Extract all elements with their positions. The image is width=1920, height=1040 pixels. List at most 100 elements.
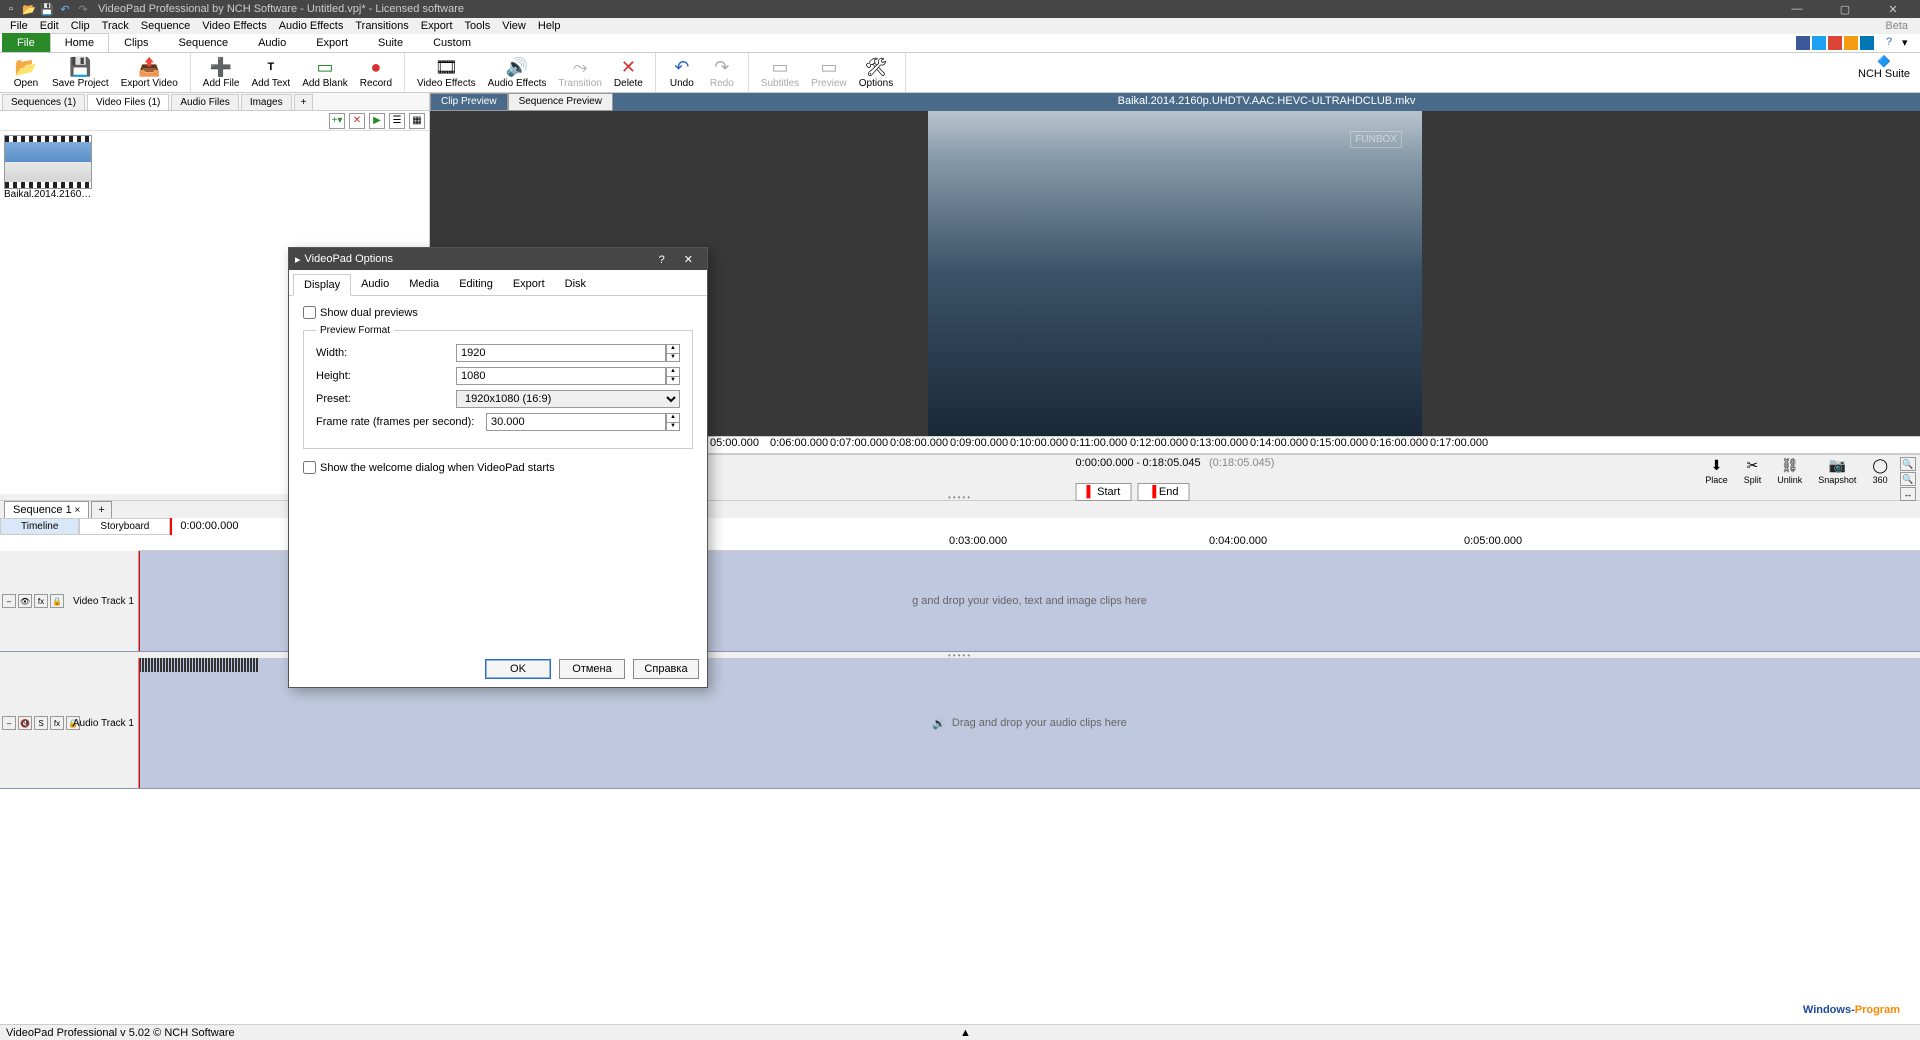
spin-down-icon[interactable]: ▼ (667, 354, 679, 362)
spin-down-icon[interactable]: ▼ (667, 377, 679, 385)
bin-tab-images[interactable]: Images (241, 94, 292, 110)
status-resize-icon[interactable]: ▲ (960, 1027, 971, 1039)
ribbon-tab-export[interactable]: Export (301, 33, 363, 52)
menu-sequence[interactable]: Sequence (135, 20, 197, 32)
save-project-button[interactable]: 💾Save Project (46, 53, 115, 92)
spin-down-icon[interactable]: ▼ (667, 423, 679, 431)
preview-button[interactable]: ▭Preview (805, 53, 853, 92)
storyboard-mode-button[interactable]: Storyboard (79, 518, 170, 535)
bin-play-icon[interactable]: ▶ (369, 113, 385, 129)
qat-save-icon[interactable]: 💾 (40, 2, 54, 16)
bin-tab-add[interactable]: + (294, 94, 314, 110)
dlg-tab-display[interactable]: Display (293, 274, 351, 296)
add-sequence-button[interactable]: + (91, 501, 111, 519)
subtitles-button[interactable]: ▭Subtitles (755, 53, 805, 92)
help-dropdown-icon[interactable]: ▾ (1902, 36, 1916, 50)
options-button[interactable]: 🛠Options (853, 53, 899, 92)
menu-audio-effects[interactable]: Audio Effects (273, 20, 350, 32)
menu-help[interactable]: Help (532, 20, 567, 32)
360-button[interactable]: ◯360 (1864, 457, 1896, 485)
record-button[interactable]: ●Record (354, 53, 398, 92)
track-solo-icon[interactable]: S (34, 716, 48, 730)
qat-undo-icon[interactable]: ↶ (58, 2, 72, 16)
show-dual-previews-checkbox[interactable]: Show dual previews (303, 306, 693, 319)
minimize-button[interactable]: — (1782, 3, 1812, 16)
dialog-close-icon[interactable]: ✕ (676, 254, 701, 266)
playhead[interactable] (139, 658, 140, 788)
menu-view[interactable]: View (496, 20, 532, 32)
bin-list-icon[interactable]: ☰ (389, 113, 405, 129)
help-icon[interactable]: ? (1886, 36, 1900, 50)
split-button[interactable]: ✂Split (1736, 457, 1770, 485)
menu-tools[interactable]: Tools (459, 20, 497, 32)
unlink-button[interactable]: ⛓Unlink (1769, 457, 1810, 485)
export-video-button[interactable]: 📤Export Video (115, 53, 184, 92)
track-fx-icon[interactable]: fx (34, 594, 48, 608)
place-button[interactable]: ⬇Place (1697, 457, 1736, 485)
redo-button[interactable]: ↷Redo (702, 53, 742, 92)
menu-clip[interactable]: Clip (65, 20, 96, 32)
add-blank-button[interactable]: ▭Add Blank (296, 53, 354, 92)
ribbon-tab-sequence[interactable]: Sequence (164, 33, 244, 52)
bin-delete-icon[interactable]: ✕ (349, 113, 365, 129)
qat-redo-icon[interactable]: ↷ (76, 2, 90, 16)
ribbon-tab-custom[interactable]: Custom (418, 33, 486, 52)
snapshot-button[interactable]: 📷Snapshot (1810, 457, 1864, 485)
menu-file[interactable]: File (4, 20, 34, 32)
ok-button[interactable]: OK (485, 659, 551, 679)
qat-open-icon[interactable]: 📂 (22, 2, 36, 16)
help-button[interactable]: Справка (633, 659, 699, 679)
spin-up-icon[interactable]: ▲ (667, 345, 679, 354)
dialog-help-icon[interactable]: ? (651, 254, 673, 266)
media-clip[interactable]: Baikal.2014.2160p.U... (4, 135, 94, 200)
zoom-in-icon[interactable]: 🔍 (1900, 457, 1916, 471)
height-input[interactable] (456, 367, 666, 385)
bin-grid-icon[interactable]: ▦ (409, 113, 425, 129)
delete-button[interactable]: ✕Delete (608, 53, 649, 92)
dlg-tab-export[interactable]: Export (503, 274, 555, 295)
video-effects-button[interactable]: 🎞Video Effects (411, 53, 482, 92)
mark-end-button[interactable]: ▐ End (1137, 483, 1189, 501)
ribbon-tab-file[interactable]: File (2, 33, 50, 52)
timeline-mode-button[interactable]: Timeline (0, 518, 79, 535)
show-welcome-checkbox[interactable]: Show the welcome dialog when VideoPad st… (303, 461, 693, 474)
preview-tab-clip[interactable]: Clip Preview (430, 93, 508, 111)
social-facebook-icon[interactable] (1796, 36, 1810, 50)
dlg-tab-disk[interactable]: Disk (555, 274, 596, 295)
preset-select[interactable]: 1920x1080 (16:9) (456, 390, 680, 408)
playhead[interactable] (139, 551, 140, 651)
track-mute-icon[interactable]: 🔇 (18, 716, 32, 730)
bin-tab-sequences[interactable]: Sequences (1) (2, 94, 85, 110)
menu-track[interactable]: Track (96, 20, 135, 32)
bin-tab-audio-files[interactable]: Audio Files (171, 94, 238, 110)
cancel-button[interactable]: Отмена (559, 659, 625, 679)
ribbon-tab-audio[interactable]: Audio (243, 33, 301, 52)
social-twitter-icon[interactable] (1812, 36, 1826, 50)
spin-up-icon[interactable]: ▲ (667, 368, 679, 377)
dlg-tab-audio[interactable]: Audio (351, 274, 399, 295)
ribbon-tab-clips[interactable]: Clips (109, 33, 163, 52)
audio-effects-button[interactable]: 🔊Audio Effects (482, 53, 553, 92)
maximize-button[interactable]: ▢ (1830, 3, 1860, 16)
sequence-tab[interactable]: Sequence 1 × (4, 501, 89, 519)
transition-button[interactable]: ⤳Transition (552, 53, 608, 92)
nch-suite-button[interactable]: 🔷NCH Suite (1858, 55, 1910, 80)
track-lock-icon[interactable]: 🔒 (50, 594, 64, 608)
undo-button[interactable]: ↶Undo (662, 53, 702, 92)
social-linkedin-icon[interactable] (1860, 36, 1874, 50)
mark-start-button[interactable]: ▌ Start (1076, 483, 1132, 501)
open-button[interactable]: 📂Open (6, 53, 46, 92)
bin-add-icon[interactable]: +▾ (329, 113, 345, 129)
fps-input[interactable] (486, 413, 666, 431)
add-file-button[interactable]: ➕Add File (197, 53, 246, 92)
menu-export[interactable]: Export (415, 20, 459, 32)
track-fx-icon[interactable]: fx (50, 716, 64, 730)
add-text-button[interactable]: TAdd Text (245, 53, 296, 92)
menu-edit[interactable]: Edit (34, 20, 65, 32)
social-rss-icon[interactable] (1844, 36, 1858, 50)
track-visible-icon[interactable]: 👁 (18, 594, 32, 608)
dlg-tab-media[interactable]: Media (399, 274, 449, 295)
qat-new-icon[interactable]: ▫ (4, 2, 18, 16)
close-button[interactable]: ✕ (1878, 3, 1908, 16)
ribbon-tab-suite[interactable]: Suite (363, 33, 418, 52)
